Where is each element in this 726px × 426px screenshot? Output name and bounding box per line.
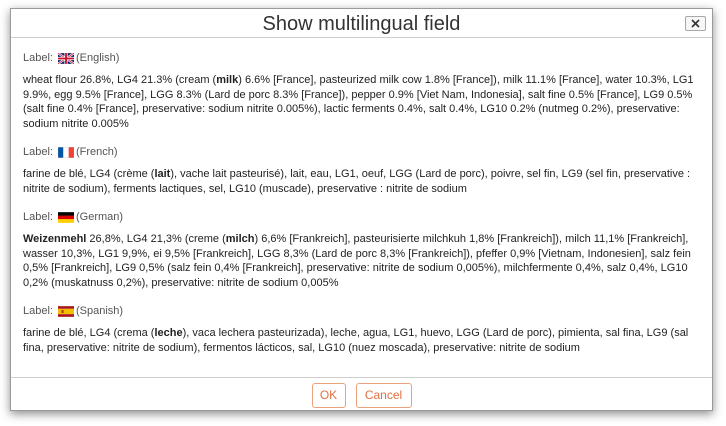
field-value: farine de blé, LG4 (crème (lait), vache … [23,167,700,196]
uk-flag-icon [57,52,74,64]
multilingual-dialog: Show multilingual field Label: (English)… [10,8,713,411]
close-icon [691,19,700,28]
field-language: (German) [75,211,124,223]
value-text: 26,8%, LG4 21,3% (creme ( [86,233,226,245]
field-spanish: Label: (Spanish) farine de blé, LG4 (cre… [23,305,700,355]
france-flag-icon [57,146,74,158]
field-label-row: Label: (English) [23,52,700,64]
spain-flag-icon [57,305,74,317]
field-label-row: Label: (German) [23,211,700,223]
dialog-title: Show multilingual field [262,13,461,35]
value-text: wheat flour 26.8%, LG4 21.3% (cream ( [23,74,217,86]
value-text: farine de blé, LG4 (crème ( [23,168,155,180]
close-button[interactable] [685,16,706,31]
field-language: (Spanish) [75,305,124,317]
allergen-text: milk [216,74,239,86]
field-label: Label: [23,52,53,64]
field-value: farine de blé, LG4 (crema (leche), vaca … [23,326,700,355]
germany-flag-icon [57,211,74,223]
dialog-content: Label: (English) wheat flour 26.8%, LG4 … [11,39,712,377]
dialog-footer: OK Cancel [11,377,712,412]
field-value: Weizenmehl 26,8%, LG4 21,3% (creme (milc… [23,232,700,290]
ok-button[interactable]: OK [311,382,346,408]
cancel-button[interactable]: Cancel [355,382,412,408]
field-english: Label: (English) wheat flour 26.8%, LG4 … [23,52,700,131]
field-value: wheat flour 26.8%, LG4 21.3% (cream (mil… [23,73,700,131]
value-text: farine de blé, LG4 (crema ( [23,327,155,339]
field-label: Label: [23,146,53,158]
field-german: Label: (German) Weizenmehl 26,8%, LG4 21… [23,211,700,290]
field-language: (French) [75,146,118,158]
allergen-text: Weizenmehl [23,233,87,245]
allergen-text: leche [154,327,183,339]
field-label-row: Label: (Spanish) [23,305,700,317]
field-french: Label: (French) farine de blé, LG4 (crèm… [23,146,700,196]
field-label: Label: [23,211,53,223]
allergen-text: lait [154,168,171,180]
dialog-titlebar: Show multilingual field [11,9,712,38]
field-label: Label: [23,305,53,317]
allergen-text: milch [225,233,255,245]
field-label-row: Label: (French) [23,146,700,158]
field-language: (English) [75,52,120,64]
